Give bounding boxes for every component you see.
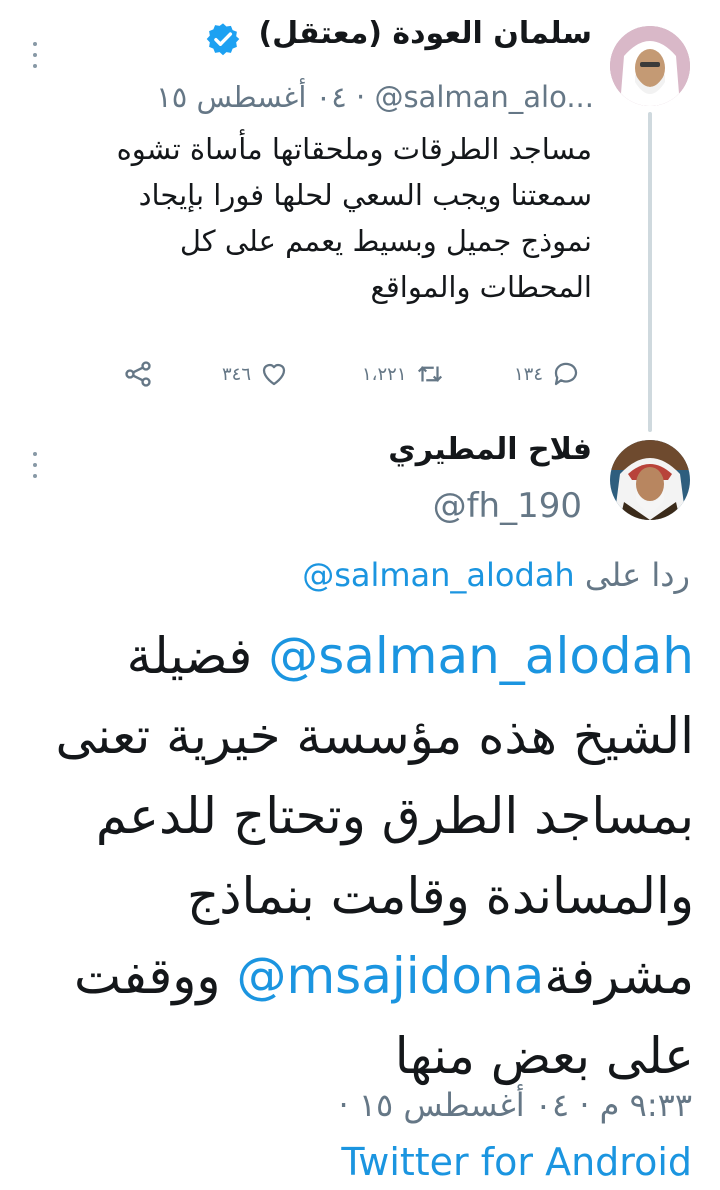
- mention-link[interactable]: @msajidona: [236, 947, 544, 1005]
- thread-line: [648, 112, 652, 432]
- tweet-source-link[interactable]: Twitter for Android: [341, 1140, 692, 1184]
- reply-count: ١٣٤: [514, 363, 544, 385]
- quoted-more-icon[interactable]: [32, 42, 38, 68]
- author-handle[interactable]: @fh_190: [433, 486, 582, 526]
- share-icon: [125, 361, 151, 387]
- retweet-icon: [418, 366, 443, 382]
- more-icon[interactable]: [32, 452, 38, 478]
- reply-to-link[interactable]: @salman_alodah: [302, 556, 575, 594]
- quoted-handle[interactable]: @salman_alo...: [374, 80, 594, 114]
- author-avatar[interactable]: [610, 440, 690, 520]
- tweet-text: @salman_alodah فضيلة الشيخ هذه مؤسسة خير…: [24, 616, 694, 1096]
- meta-separator: ·: [356, 80, 366, 114]
- quoted-meta: @salman_alo... · ٠٤ أغسطس ١٥: [156, 80, 594, 114]
- quoted-tweet-text: مساجد الطرقات وملحقاتها مأساة تشوه سمعتن…: [116, 132, 592, 304]
- reply-action[interactable]: ١٣٤: [514, 358, 581, 390]
- reply-prefix: ردا على: [584, 556, 690, 594]
- like-count: ٣٤٦: [222, 363, 252, 385]
- retweet-action[interactable]: ١،٢٢١: [362, 358, 446, 390]
- quoted-author-avatar[interactable]: [610, 26, 690, 106]
- reply-icon: [554, 362, 578, 386]
- author-name[interactable]: فلاح المطيري: [388, 432, 592, 467]
- like-icon: [262, 363, 286, 386]
- quoted-date: ٠٤ أغسطس ١٥: [156, 80, 347, 114]
- retweet-count: ١،٢٢١: [362, 363, 407, 385]
- reply-context: ردا على @salman_alodah: [302, 556, 690, 594]
- verified-icon: [206, 23, 240, 56]
- like-action[interactable]: ٣٤٦: [222, 358, 289, 390]
- mention-link[interactable]: @salman_alodah: [268, 627, 694, 685]
- tweet-timestamp[interactable]: ٩:٣٣ م · ٠٤ أغسطس ١٥ ·: [339, 1086, 693, 1124]
- quoted-author-name[interactable]: سلمان العودة (معتقل): [258, 16, 592, 51]
- share-action[interactable]: [122, 358, 154, 390]
